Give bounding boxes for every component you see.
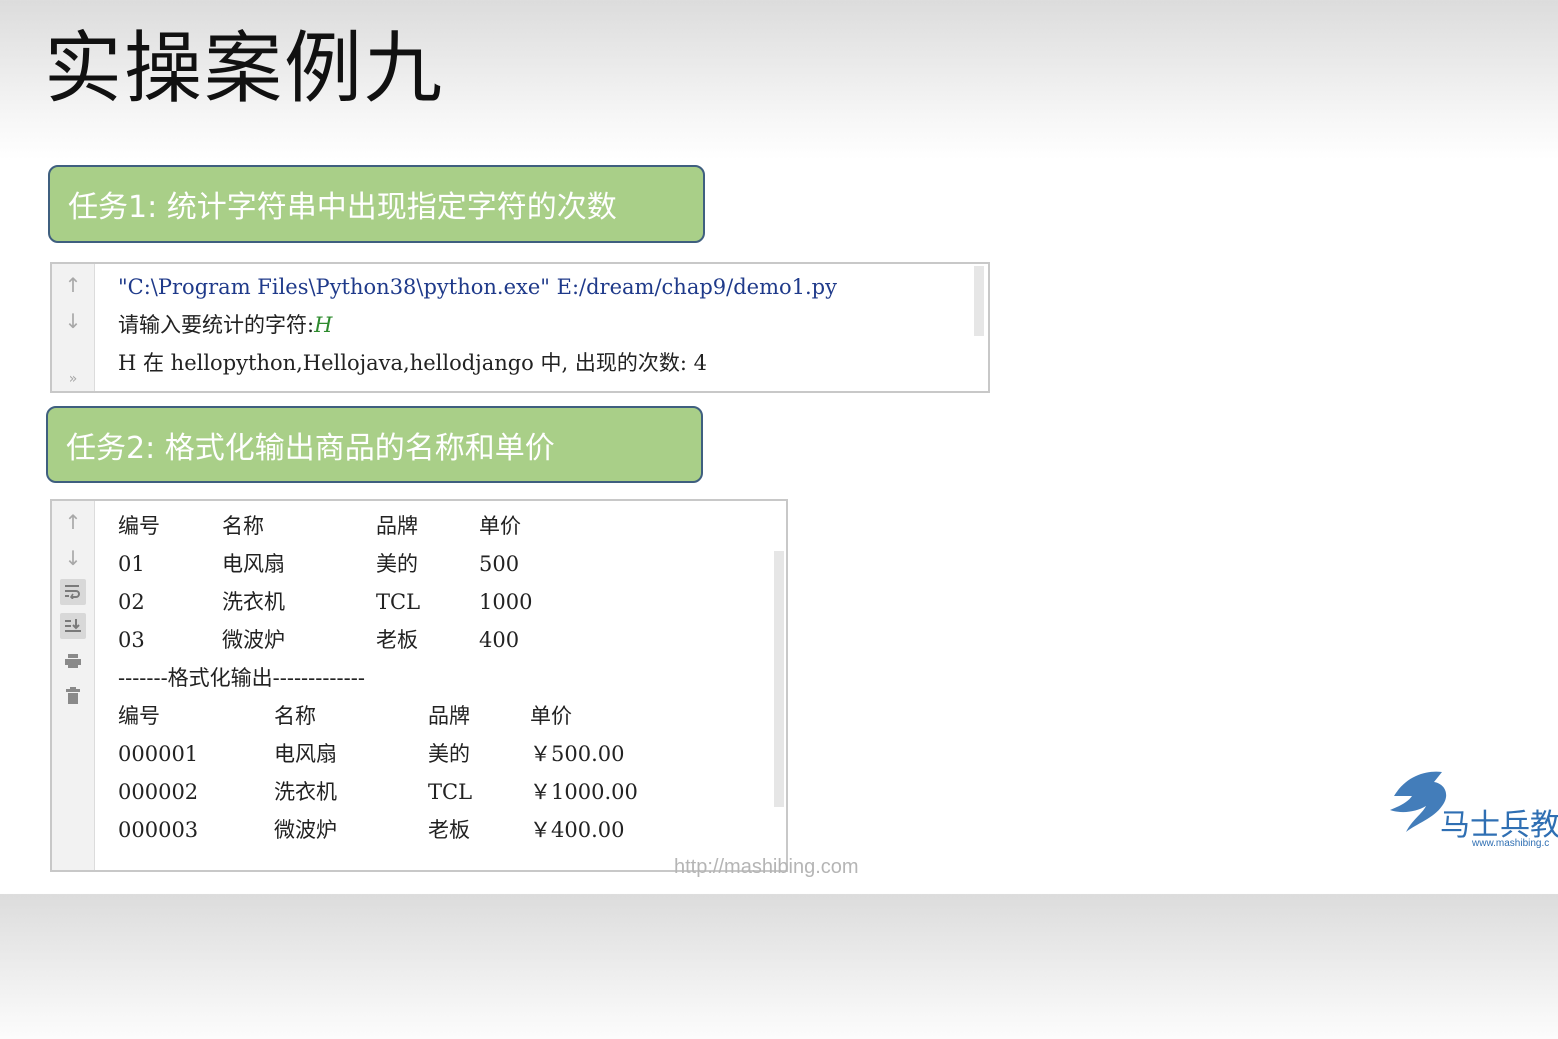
cell-brand: TCL xyxy=(376,590,421,614)
table-row: 02 洗衣机 TCL 1000 xyxy=(118,583,532,621)
prompt-line: 请输入要统计的字符:H xyxy=(118,306,837,344)
footer-url: http://mashibing.com xyxy=(674,856,859,878)
arrow-down-icon[interactable]: ↓ xyxy=(60,308,86,334)
cell-brand: TCL xyxy=(428,780,473,804)
cell-name: 微波炉 xyxy=(274,818,337,842)
logo-url: www.mashibing.c xyxy=(1472,838,1550,849)
cell-brand: 美的 xyxy=(376,552,418,576)
table2-header-row: 编号 名称 品牌 单价 xyxy=(118,697,572,735)
arrow-up-icon[interactable]: ↑ xyxy=(60,272,86,298)
cell-price: ￥1000.00 xyxy=(530,780,638,804)
table1-header-price: 单价 xyxy=(479,514,521,538)
table-row: 01 电风扇 美的 500 xyxy=(118,545,519,583)
console-output: "C:\Program Files\Python38\python.exe" E… xyxy=(118,268,837,382)
console-output: 编号 名称 品牌 单价 01 电风扇 美的 500 02 洗衣机 TCL 100… xyxy=(118,507,638,849)
table2-header-price: 单价 xyxy=(530,704,572,728)
table-row: 000003 微波炉 老板 ￥400.00 xyxy=(118,811,624,849)
prompt-text: 请输入要统计的字符: xyxy=(118,313,315,337)
double-chevron-icon[interactable]: » xyxy=(60,366,86,392)
table1-header-brand: 品牌 xyxy=(376,514,418,538)
cell-price: 400 xyxy=(479,628,520,652)
cell-price: ￥400.00 xyxy=(530,818,625,842)
cell-brand: 老板 xyxy=(428,818,470,842)
user-input: H xyxy=(314,313,333,337)
cell-id: 000002 xyxy=(118,780,199,804)
vertical-scrollbar[interactable] xyxy=(774,551,784,807)
table1-header-id: 编号 xyxy=(118,514,160,538)
cell-price: 500 xyxy=(479,552,520,576)
task1-label: 任务1: 统计字符串中出现指定字符的次数 xyxy=(68,190,617,225)
task1-console: ↑ ↓ » "C:\Program Files\Python38\python.… xyxy=(50,262,990,393)
cell-id: 000003 xyxy=(118,818,199,842)
cell-price: 1000 xyxy=(479,590,533,614)
command-line: "C:\Program Files\Python38\python.exe" E… xyxy=(118,275,837,299)
table-row: 000001 电风扇 美的 ￥500.00 xyxy=(118,735,624,773)
table2-header-id: 编号 xyxy=(118,704,160,728)
cell-id: 02 xyxy=(118,590,145,614)
task2-label-box: 任务2: 格式化输出商品的名称和单价 xyxy=(46,406,703,483)
cell-name: 电风扇 xyxy=(222,552,285,576)
cell-name: 洗衣机 xyxy=(274,780,337,804)
table1-header-name: 名称 xyxy=(222,514,264,538)
task2-console: ↑ ↓ 编号 名称 品牌 单价 01 电风扇 美的 500 02 洗衣机 TCL… xyxy=(50,499,788,872)
vertical-scrollbar[interactable] xyxy=(974,266,984,336)
console-toolbar: ↑ ↓ xyxy=(52,501,95,870)
table2-header-brand: 品牌 xyxy=(428,704,470,728)
cell-id: 03 xyxy=(118,628,145,652)
cell-id: 01 xyxy=(118,552,145,576)
task2-label: 任务2: 格式化输出商品的名称和单价 xyxy=(66,430,555,466)
cell-name: 电风扇 xyxy=(274,742,337,766)
table-row: 000002 洗衣机 TCL ￥1000.00 xyxy=(118,773,638,811)
arrow-up-icon[interactable]: ↑ xyxy=(60,509,86,535)
console-toolbar: ↑ ↓ » xyxy=(52,264,95,391)
arrow-down-icon[interactable]: ↓ xyxy=(60,545,86,571)
result-line: H 在 hellopython,Hellojava,hellodjango 中,… xyxy=(118,351,707,375)
scroll-to-end-icon[interactable] xyxy=(60,613,86,639)
table2-header-name: 名称 xyxy=(274,704,316,728)
table-row: 03 微波炉 老板 400 xyxy=(118,621,519,659)
brand-logo: 马士兵教 www.mashibing.c xyxy=(1386,766,1558,856)
table1-header-row: 编号 名称 品牌 单价 xyxy=(118,507,521,545)
cell-id: 000001 xyxy=(118,742,199,766)
soft-wrap-icon[interactable] xyxy=(60,579,86,605)
print-icon[interactable] xyxy=(60,649,86,675)
cell-brand: 美的 xyxy=(428,742,470,766)
cell-name: 微波炉 xyxy=(222,628,285,652)
cell-brand: 老板 xyxy=(376,628,418,652)
cell-name: 洗衣机 xyxy=(222,590,285,614)
trash-icon[interactable] xyxy=(60,685,86,711)
task1-label-box: 任务1: 统计字符串中出现指定字符的次数 xyxy=(48,165,705,243)
slide-title: 实操案例九 xyxy=(44,24,445,114)
cell-price: ￥500.00 xyxy=(530,742,625,766)
separator-line: -------格式化输出------------- xyxy=(118,666,365,690)
